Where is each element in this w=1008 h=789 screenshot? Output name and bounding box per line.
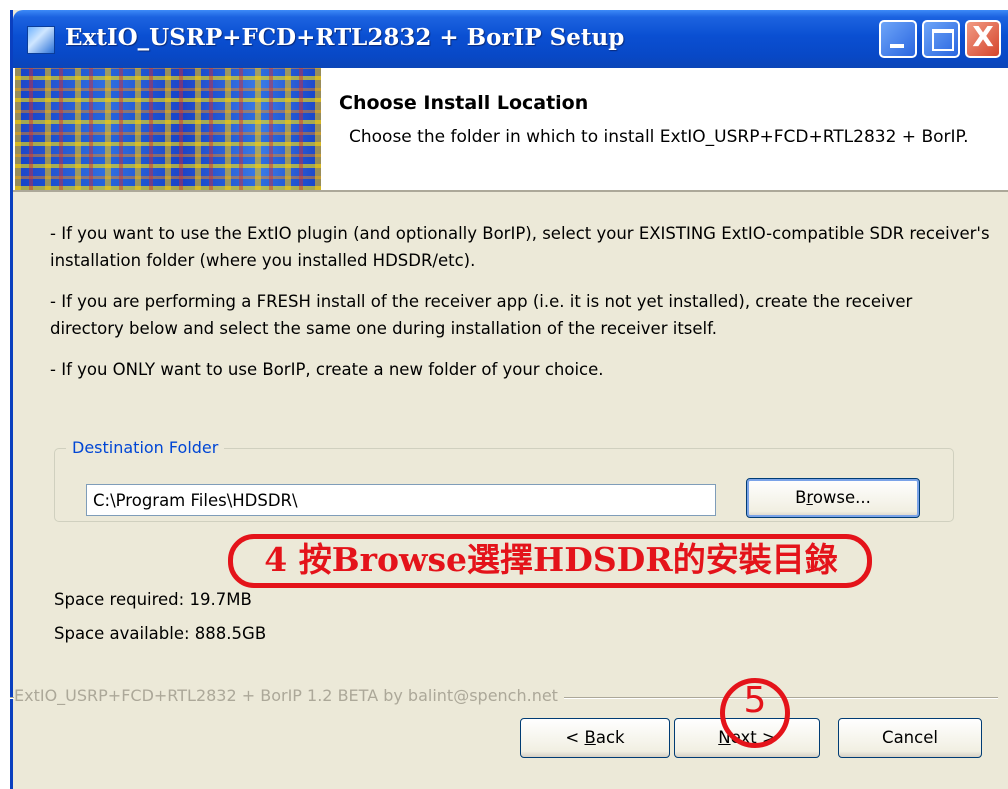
page-subtitle: Choose the folder in which to install Ex… bbox=[349, 127, 969, 147]
header-banner-image bbox=[15, 68, 321, 190]
instruction-borip-only: - If you ONLY want to use BorIP, create … bbox=[50, 360, 604, 379]
back-button[interactable]: < Back bbox=[520, 718, 670, 758]
back-label-post: ack bbox=[595, 728, 625, 747]
minimize-button[interactable] bbox=[879, 20, 917, 58]
back-label-pre: < bbox=[565, 728, 585, 747]
browse-button[interactable]: Browse... bbox=[746, 478, 920, 518]
annotation-step4-text: 4 按Browse選擇HDSDR的安裝目錄 bbox=[264, 540, 838, 579]
branding-text: ExtIO_USRP+FCD+RTL2832 + BorIP 1.2 BETA … bbox=[14, 686, 564, 705]
destination-path-input[interactable] bbox=[86, 484, 716, 516]
space-required: Space required: 19.7MB bbox=[54, 590, 252, 609]
maximize-button[interactable] bbox=[922, 20, 960, 58]
back-mnemonic: B bbox=[584, 728, 596, 747]
browse-label-post: owse... bbox=[812, 488, 871, 507]
instruction-existing-install: - If you want to use the ExtIO plugin (a… bbox=[50, 224, 990, 270]
window-title: ExtIO_USRP+FCD+RTL2832 + BorIP Setup bbox=[65, 24, 625, 51]
browse-label-pre: B bbox=[795, 488, 807, 507]
destination-folder-label: Destination Folder bbox=[66, 438, 225, 457]
installer-app-icon bbox=[27, 26, 55, 54]
title-bar[interactable]: ExtIO_USRP+FCD+RTL2832 + BorIP Setup X bbox=[13, 10, 1008, 68]
page-header: Choose Install Location Choose the folde… bbox=[13, 68, 1008, 192]
page-title: Choose Install Location bbox=[339, 92, 589, 114]
close-button[interactable]: X bbox=[965, 20, 1001, 58]
space-available: Space available: 888.5GB bbox=[54, 624, 267, 643]
instruction-fresh-install: - If you are performing a FRESH install … bbox=[50, 292, 913, 338]
cancel-button[interactable]: Cancel bbox=[838, 718, 982, 758]
installer-window: ExtIO_USRP+FCD+RTL2832 + BorIP Setup X C… bbox=[10, 10, 1008, 789]
annotation-step5-number: 5 bbox=[743, 680, 767, 721]
